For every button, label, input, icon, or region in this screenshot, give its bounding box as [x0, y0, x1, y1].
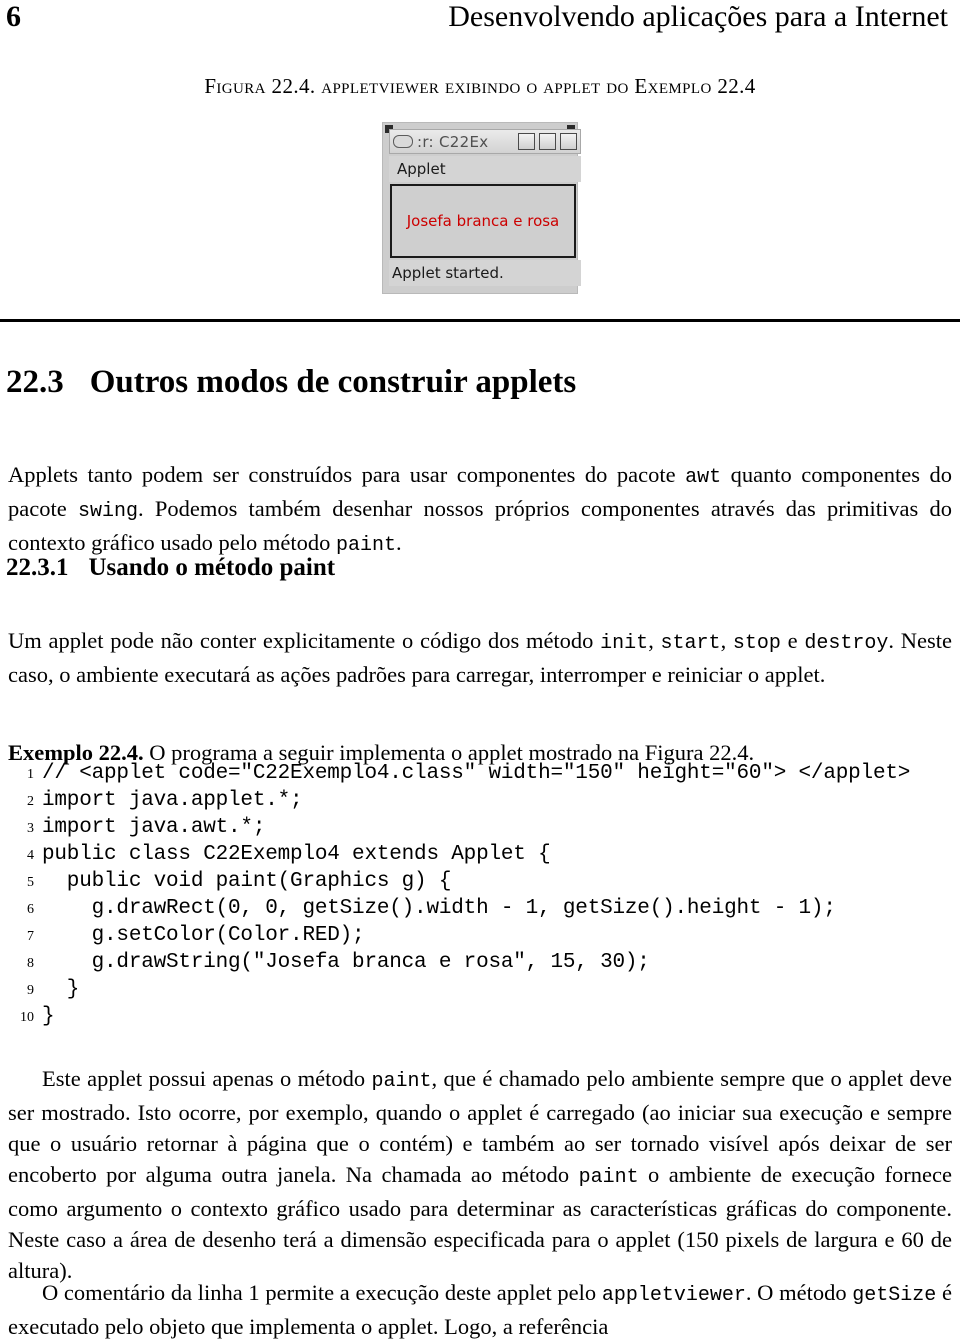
code-line: 4 public class C22Exemplo4 extends Applet… [8, 843, 952, 870]
section-title: Outros modos de construir applets [89, 364, 577, 400]
appletviewer-window: :r: C22Ex Applet Josefa branca e rosa Ap… [382, 122, 581, 294]
code-init: init [600, 631, 649, 655]
line-source: g.drawRect(0, 0, getSize().width - 1, ge… [42, 897, 836, 920]
line-number: 9 [27, 983, 34, 998]
code-line: 6 g.drawRect(0, 0, getSize().width - 1, … [8, 897, 952, 924]
line-number: 8 [27, 956, 34, 971]
intro-text-1: Applets tanto podem ser construídos para… [8, 461, 686, 487]
line-number: 6 [27, 902, 34, 917]
code-line: 5 public void paint(Graphics g) { [8, 870, 952, 897]
line-source: public class C22Exemplo4 extends Applet … [42, 843, 551, 866]
section-heading: 22.3 Outros modos de construir applets [6, 362, 576, 402]
code-stop: stop [732, 631, 781, 655]
line-number: 10 [20, 1010, 34, 1025]
figure-caption-lead: Figura 22.4. [204, 74, 316, 98]
code-paint: paint [336, 533, 397, 557]
line-number: 1 [27, 767, 34, 782]
closing1-text-1: Este applet possui apenas o método [42, 1065, 372, 1091]
code-listing: 1 // <applet code="C22Exemplo4.class" wid… [8, 762, 952, 1032]
code-line: 9 } [8, 978, 952, 1005]
window-controls [518, 133, 577, 150]
menu-item-applet[interactable]: Applet [397, 160, 446, 178]
running-title: Desenvolvendo aplicações para a Internet [448, 0, 948, 33]
window-title: :r: C22Ex [417, 132, 489, 151]
paragraph-closing-1: Este applet possui apenas o método paint… [8, 1063, 952, 1286]
line-source: import java.applet.*; [42, 789, 303, 812]
intro-text-3: . Podemos também desenhar nossos próprio… [8, 495, 952, 555]
line-number: 2 [27, 794, 34, 809]
subsection-title: Usando o método paint [88, 554, 336, 581]
document-page: 6 Desenvolvendo aplicações para a Intern… [0, 0, 960, 1339]
running-head: 6 Desenvolvendo aplicações para a Intern… [0, 0, 952, 38]
applet-status-text: Applet started. [392, 264, 504, 282]
section-number: 22.3 [6, 364, 64, 400]
figure-applet-screenshot: :r: C22Ex Applet Josefa branca e rosa Ap… [378, 118, 582, 295]
usando-text-1: Um applet pode não conter explicitamente… [8, 627, 601, 653]
subsection-number: 22.3.1 [6, 554, 69, 581]
line-source: // <applet code="C22Exemplo4.class" widt… [42, 762, 911, 785]
paragraph-closing-2: O comentário da linha 1 permite a execuç… [8, 1277, 952, 1342]
line-number: 4 [27, 848, 34, 863]
page-divider-rule [0, 319, 960, 322]
applet-canvas: Josefa branca e rosa [390, 184, 576, 258]
code-line: 2 import java.applet.*; [8, 789, 952, 816]
example-text: O programa a seguir implementa o applet … [143, 739, 755, 765]
code-line: 10} [8, 1005, 952, 1032]
usando-sep-3: e [780, 627, 805, 653]
example-label: Exemplo 22.4. [8, 739, 144, 765]
line-source: public void paint(Graphics g) { [42, 870, 452, 893]
usando-sep-1: , [648, 627, 661, 653]
line-source: } [42, 978, 80, 1001]
page-number: 6 [6, 0, 21, 33]
minimize-icon[interactable] [518, 133, 535, 150]
line-source: g.drawString("Josefa branca e rosa", 15,… [42, 951, 650, 974]
figure-caption: Figura 22.4. appletviewer exibindo o app… [0, 72, 960, 100]
line-number: 7 [27, 929, 34, 944]
subsection-heading: 22.3.1 Usando o método paint [6, 552, 335, 584]
code-paint-3: paint [578, 1165, 639, 1189]
usando-sep-2: , [720, 627, 733, 653]
intro-text-4: . [396, 529, 402, 555]
line-source: g.setColor(Color.RED); [42, 924, 365, 947]
code-start: start [660, 631, 721, 655]
closing2-text-2: . O método [745, 1279, 853, 1305]
closing2-text-1: O comentário da linha 1 permite a execuç… [42, 1279, 602, 1305]
code-line: 1 // <applet code="C22Exemplo4.class" wid… [8, 762, 952, 789]
maximize-icon[interactable] [539, 133, 556, 150]
code-line: 8 g.drawString("Josefa branca e rosa", 1… [8, 951, 952, 978]
window-menu-icon[interactable] [393, 135, 413, 148]
applet-canvas-text: Josefa branca e rosa [406, 212, 560, 230]
code-destroy: destroy [804, 631, 889, 655]
line-source: import java.awt.*; [42, 816, 266, 839]
applet-menubar[interactable]: Applet [389, 156, 581, 182]
paragraph-usando-paint: Um applet pode não conter explicitamente… [8, 625, 952, 690]
code-line: 3 import java.awt.*; [8, 816, 952, 843]
figure-caption-rest: appletviewer exibindo o applet do Exempl… [315, 74, 756, 98]
close-icon[interactable] [560, 133, 577, 150]
line-source: } [42, 1005, 55, 1028]
applet-statusbar: Applet started. [389, 260, 581, 286]
window-titlebar[interactable]: :r: C22Ex [389, 129, 581, 154]
paragraph-intro: Applets tanto podem ser construídos para… [8, 459, 952, 561]
code-getsize: getSize [852, 1283, 937, 1307]
line-number: 3 [27, 821, 34, 836]
code-awt: awt [685, 465, 722, 489]
code-appletviewer: appletviewer [601, 1283, 746, 1307]
line-number: 5 [27, 875, 34, 890]
code-swing: swing [77, 499, 138, 523]
code-paint-2: paint [371, 1069, 432, 1093]
code-line: 7 g.setColor(Color.RED); [8, 924, 952, 951]
